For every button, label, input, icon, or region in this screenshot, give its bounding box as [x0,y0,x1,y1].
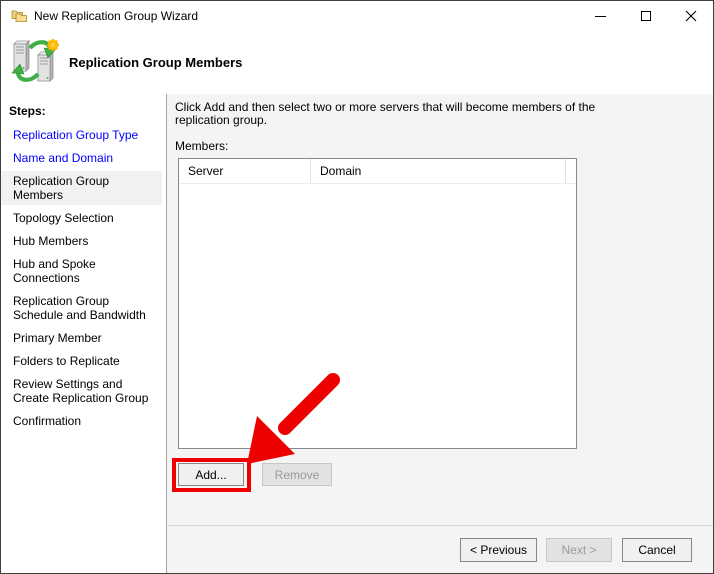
sidebar-item-primary-member: Primary Member [13,331,102,345]
replication-servers-icon [11,38,59,82]
instruction-text: Click Add and then select two or more se… [175,101,595,127]
wizard-window: New Replication Group Wizard Replication… [0,0,714,574]
window-title: New Replication Group Wizard [34,9,199,23]
members-table-header: Server Domain [179,159,576,184]
steps-list: Replication Group Type Name and Domain Rep… [1,128,167,437]
sidebar-item-hub-members: Hub Members [13,234,89,248]
next-button: Next > [546,538,612,562]
close-button[interactable] [668,1,713,31]
sidebar-item-folders-to-replicate: Folders to Replicate [13,354,120,368]
sidebar-item-name-and-domain[interactable]: Name and Domain [1,151,167,165]
sidebar-item-hub-and-spoke-connections: Hub and Spoke Connections [13,257,96,285]
folders-icon [11,10,27,22]
remove-button: Remove [262,463,332,486]
maximize-icon [640,11,651,21]
minimize-icon [595,15,606,17]
column-header-server[interactable]: Server [179,159,311,183]
instruction-line-2: replication group. [175,113,268,127]
footer-divider [168,525,713,526]
steps-sidebar: Steps: Replication Group Type Name and Do… [1,94,167,573]
sidebar-item-replication-group-type[interactable]: Replication Group Type [1,128,167,142]
column-header-domain[interactable]: Domain [311,159,566,183]
sidebar-item-confirmation: Confirmation [13,414,82,428]
cancel-button[interactable]: Cancel [622,538,692,562]
sidebar-item-topology-selection: Topology Selection [13,211,114,225]
members-listview[interactable]: Server Domain [178,158,577,449]
minimize-button[interactable] [578,1,623,31]
previous-button[interactable]: < Previous [460,538,537,562]
annotation-highlight-rect [172,458,251,492]
sidebar-item-replication-group-members: Replication Group Members [1,174,162,202]
page-title: Replication Group Members [69,55,243,70]
wizard-header: Replication Group Members [1,31,713,94]
members-label: Members: [175,139,229,153]
steps-title: Steps: [9,104,46,118]
members-table-body[interactable] [179,184,576,448]
close-icon [685,10,696,22]
sidebar-item-review-settings-and-create-replication-group: Review Settings and Create Replication G… [13,377,149,405]
maximize-button[interactable] [623,1,668,31]
titlebar[interactable]: New Replication Group Wizard [1,1,713,31]
sidebar-item-replication-group-schedule-and-bandwidth: Replication Group Schedule and Bandwidth [13,294,146,322]
